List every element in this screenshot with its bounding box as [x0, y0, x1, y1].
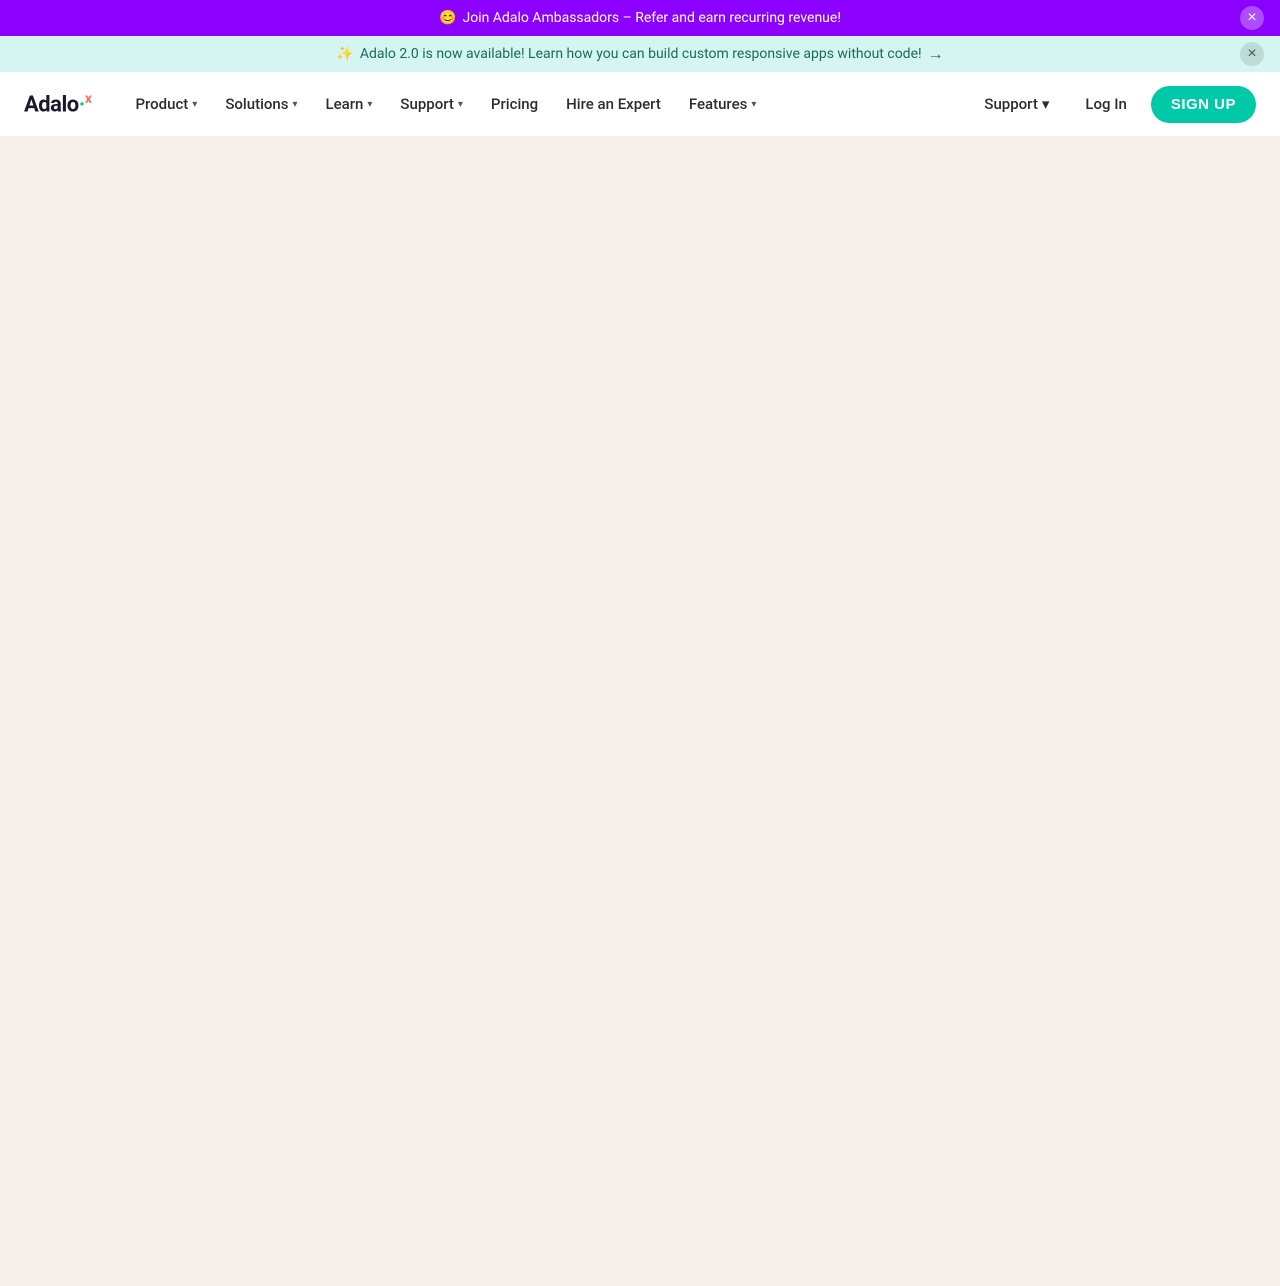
- nav-learn-chevron-icon: ▾: [367, 99, 372, 110]
- nav-item-features[interactable]: Features ▾: [677, 87, 769, 121]
- nav-item-support[interactable]: Support ▾: [388, 87, 475, 121]
- second-banner-sparkle-icon: ✨: [336, 46, 353, 62]
- nav-item-learn[interactable]: Learn ▾: [314, 87, 385, 121]
- top-banner-close-button[interactable]: ×: [1240, 6, 1264, 30]
- navbar-right: Support ▾ Log In SIGN UP: [972, 86, 1256, 123]
- nav-features-label: Features: [689, 95, 747, 113]
- top-banner-emoji: 😊: [439, 10, 456, 26]
- nav-features-chevron-icon: ▾: [751, 99, 756, 110]
- nav-support-chevron-icon: ▾: [458, 99, 463, 110]
- nav-pricing-label: Pricing: [491, 95, 538, 113]
- top-banner-close-icon: ×: [1247, 9, 1256, 27]
- nav-learn-label: Learn: [326, 95, 364, 113]
- nav-solutions-chevron-icon: ▾: [292, 99, 297, 110]
- nav-hire-expert-label: Hire an Expert: [566, 95, 661, 113]
- second-banner: ✨ Adalo 2.0 is now available! Learn how …: [0, 36, 1280, 72]
- navbar-support-dropdown[interactable]: Support ▾: [972, 87, 1061, 121]
- signup-button[interactable]: SIGN UP: [1151, 86, 1256, 123]
- navbar-support-label: Support: [984, 95, 1037, 113]
- logo-superscript: x: [85, 91, 92, 107]
- top-banner: 😊 Join Adalo Ambassadors – Refer and ear…: [0, 0, 1280, 36]
- navbar: Adalo·x Product ▾ Solutions ▾ Learn ▾ Su…: [0, 72, 1280, 136]
- login-button[interactable]: Log In: [1069, 87, 1142, 121]
- nav-item-product[interactable]: Product ▾: [123, 87, 209, 121]
- navbar-nav: Product ▾ Solutions ▾ Learn ▾ Support ▾ …: [123, 87, 972, 121]
- logo: Adalo·x: [24, 91, 91, 117]
- nav-item-pricing[interactable]: Pricing: [479, 87, 550, 121]
- main-content: [0, 136, 1280, 1286]
- logo-link[interactable]: Adalo·x: [24, 91, 91, 117]
- second-banner-content: ✨ Adalo 2.0 is now available! Learn how …: [336, 44, 943, 64]
- nav-item-hire-expert[interactable]: Hire an Expert: [554, 87, 673, 121]
- second-banner-text: Adalo 2.0 is now available! Learn how yo…: [360, 46, 922, 62]
- nav-solutions-label: Solutions: [225, 95, 288, 113]
- top-banner-text: Join Adalo Ambassadors – Refer and earn …: [462, 10, 840, 26]
- nav-item-solutions[interactable]: Solutions ▾: [213, 87, 309, 121]
- nav-support-label: Support: [400, 95, 453, 113]
- second-banner-close-icon: ×: [1247, 45, 1256, 63]
- navbar-support-chevron-icon: ▾: [1042, 95, 1050, 113]
- logo-text-main: Adalo: [24, 92, 79, 117]
- nav-product-chevron-icon: ▾: [192, 99, 197, 110]
- second-banner-close-button[interactable]: ×: [1240, 42, 1264, 66]
- top-banner-content: 😊 Join Adalo Ambassadors – Refer and ear…: [439, 10, 841, 26]
- nav-product-label: Product: [135, 95, 188, 113]
- second-banner-arrow-icon: →: [928, 44, 944, 64]
